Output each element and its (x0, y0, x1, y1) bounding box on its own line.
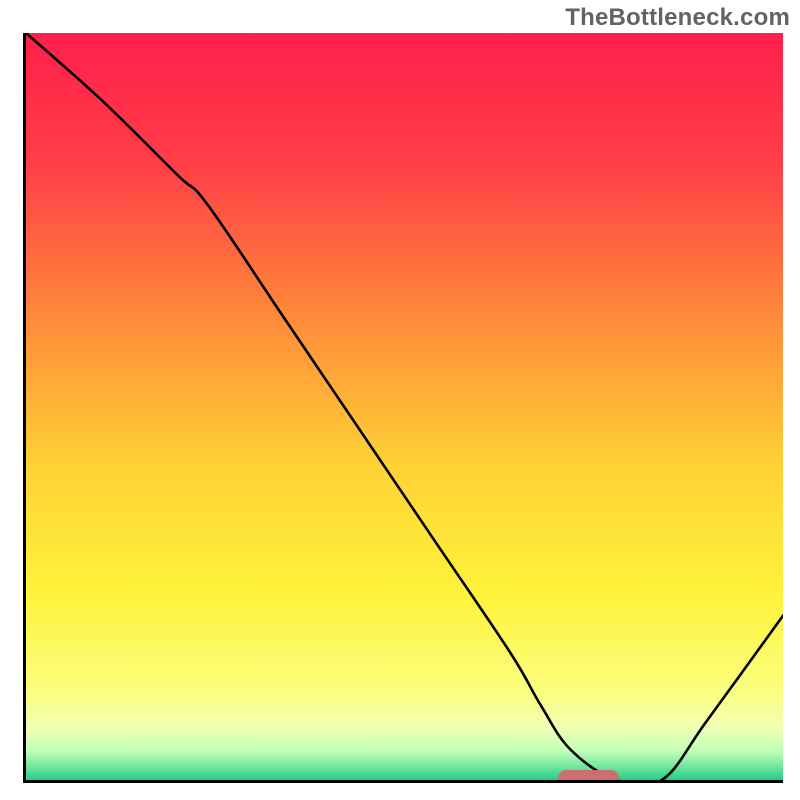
curve-layer (26, 33, 783, 780)
optimal-marker (558, 770, 619, 783)
bottleneck-chart: TheBottleneck.com (0, 0, 800, 800)
plot-area (23, 33, 783, 783)
bottleneck-curve-path (26, 33, 783, 780)
watermark-text: TheBottleneck.com (565, 4, 790, 32)
